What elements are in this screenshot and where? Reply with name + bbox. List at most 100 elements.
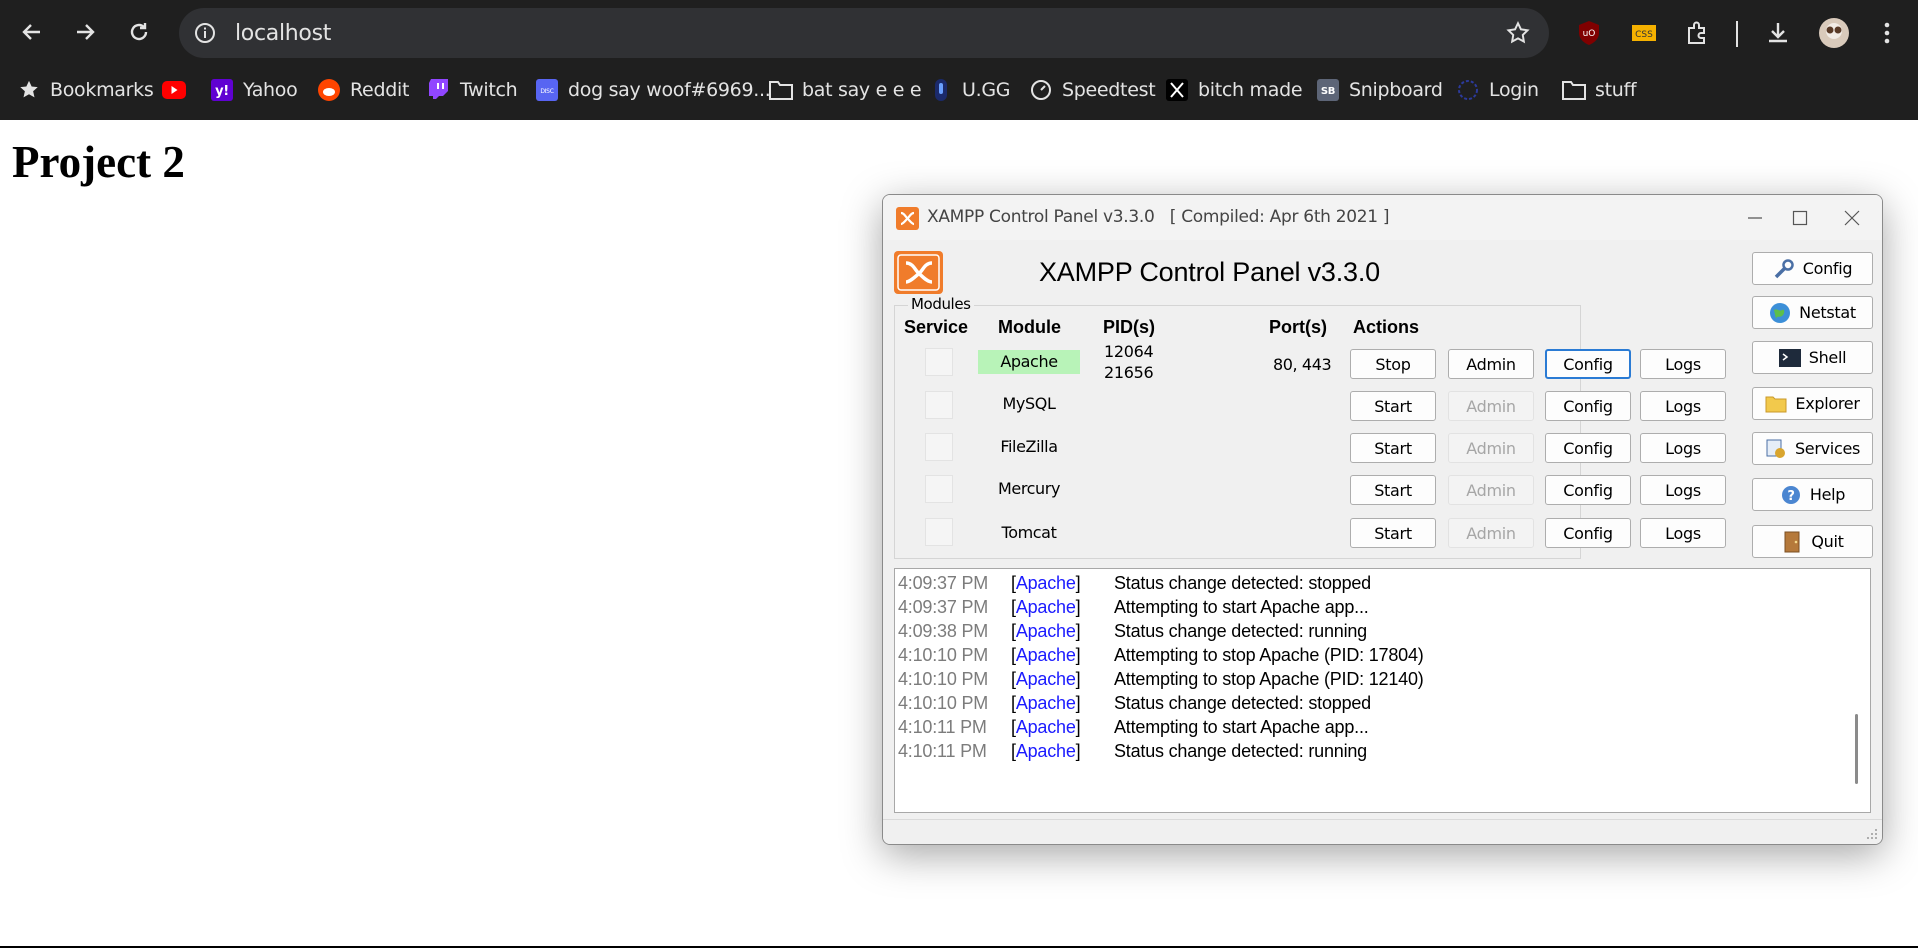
reload-icon <box>130 23 148 41</box>
module-name-filezilla: FileZilla <box>1000 437 1058 456</box>
snipboard-icon: SB <box>1316 78 1340 102</box>
bookmark-twitch[interactable]: Twitch <box>427 76 518 104</box>
ugg-icon <box>929 78 953 102</box>
svg-text:CSS: CSS <box>1635 30 1653 40</box>
service-checkbox-mercury[interactable] <box>925 475 953 503</box>
column-service: Service <box>904 317 969 337</box>
config-button-filezilla[interactable]: Config <box>1545 433 1631 463</box>
youtube-icon <box>162 78 186 102</box>
pid-apache-1: 12064 <box>1104 342 1154 361</box>
services-icon <box>1765 438 1787 460</box>
discord-icon: DISC <box>535 78 559 102</box>
column-pids: PID(s) <box>1103 317 1156 337</box>
shell-button[interactable]: Shell <box>1752 341 1873 374</box>
close-icon <box>1844 210 1860 226</box>
back-button[interactable] <box>14 14 50 50</box>
start-button-filezilla[interactable]: Start <box>1350 433 1436 463</box>
config-button-mysql[interactable]: Config <box>1545 391 1631 421</box>
logs-button-mysql[interactable]: Logs <box>1640 391 1726 421</box>
bookmark-star-icon[interactable] <box>1505 20 1531 46</box>
netstat-button[interactable]: Netstat <box>1752 296 1873 329</box>
window-title: XAMPP Control Panel v3.3.0 [ Compiled: A… <box>927 207 1390 227</box>
twitch-icon <box>427 78 451 102</box>
logs-button-filezilla[interactable]: Logs <box>1640 433 1726 463</box>
explorer-button[interactable]: Explorer <box>1752 387 1873 420</box>
logs-button-apache[interactable]: Logs <box>1640 349 1726 379</box>
config-button-mercury[interactable]: Config <box>1545 475 1631 505</box>
menu-kebab-icon[interactable] <box>1872 18 1902 48</box>
admin-button-mercury: Admin <box>1448 475 1534 505</box>
status-bar <box>883 819 1882 844</box>
ublock-extension-icon[interactable]: uO <box>1574 18 1604 48</box>
url-text[interactable]: localhost <box>235 21 331 46</box>
start-button-mercury[interactable]: Start <box>1350 475 1436 505</box>
service-checkbox-mysql[interactable] <box>925 391 953 419</box>
service-checkbox-apache[interactable] <box>925 348 953 376</box>
svg-text:uO: uO <box>1583 29 1596 39</box>
column-actions: Actions <box>1353 317 1420 337</box>
admin-button-filezilla: Admin <box>1448 433 1534 463</box>
log-scrollbar[interactable] <box>1855 714 1858 784</box>
log-panel[interactable]: 4:09:37 PM [Apache] Status change detect… <box>894 568 1871 813</box>
door-icon <box>1781 531 1803 553</box>
bookmark-speedtest[interactable]: Speedtest <box>1029 76 1156 104</box>
bookmark-youtube[interactable] <box>162 76 186 104</box>
service-checkbox-tomcat[interactable] <box>925 518 953 546</box>
site-info-icon[interactable] <box>193 21 217 45</box>
bookmarks-bar: Bookmarks y! Yahoo Reddit Twitch DISC do… <box>0 70 1918 108</box>
services-button[interactable]: Services <box>1752 432 1873 465</box>
service-checkbox-filezilla[interactable] <box>925 433 953 461</box>
bookmark-discord[interactable]: DISC dog say woof#6969... <box>535 76 771 104</box>
close-button[interactable] <box>1829 201 1875 235</box>
config-button-apache[interactable]: Config <box>1545 349 1631 379</box>
pid-apache-2: 21656 <box>1104 363 1154 382</box>
maximize-button[interactable] <box>1777 201 1823 235</box>
arrow-right-icon <box>77 24 95 40</box>
config-button[interactable]: Config <box>1752 252 1873 285</box>
svg-text:y!: y! <box>215 84 229 99</box>
bookmark-snipboard[interactable]: SB Snipboard <box>1316 76 1443 104</box>
bookmark-x[interactable]: bitch made <box>1165 76 1303 104</box>
help-button[interactable]: ? Help <box>1752 478 1873 511</box>
wrench-icon <box>1773 258 1795 280</box>
module-name-mysql: MySQL <box>1002 394 1056 413</box>
reload-button[interactable] <box>121 14 157 50</box>
resize-grip-icon[interactable] <box>1866 828 1878 840</box>
bookmark-folder-bat[interactable]: bat say e e e <box>769 76 922 104</box>
logs-button-tomcat[interactable]: Logs <box>1640 518 1726 548</box>
x-icon <box>1165 78 1189 102</box>
quit-button[interactable]: Quit <box>1752 525 1873 558</box>
maximize-icon <box>1792 210 1808 226</box>
start-button-tomcat[interactable]: Start <box>1350 518 1436 548</box>
xampp-window: XAMPP Control Panel v3.3.0 [ Compiled: A… <box>882 194 1883 845</box>
bookmark-yahoo[interactable]: y! Yahoo <box>210 76 298 104</box>
minimize-button[interactable] <box>1732 201 1778 235</box>
logs-button-mercury[interactable]: Logs <box>1640 475 1726 505</box>
folder-icon <box>1562 78 1586 102</box>
bookmark-login[interactable]: Login <box>1456 76 1539 104</box>
bookmark-bookmarks[interactable]: Bookmarks <box>17 76 154 104</box>
bookmark-reddit[interactable]: Reddit <box>317 76 409 104</box>
arrow-left-icon <box>22 24 40 40</box>
admin-button-tomcat: Admin <box>1448 518 1534 548</box>
page-title: Project 2 <box>12 137 185 187</box>
window-titlebar[interactable]: XAMPP Control Panel v3.3.0 [ Compiled: A… <box>883 195 1882 240</box>
bookmark-folder-stuff[interactable]: stuff <box>1562 76 1637 104</box>
download-icon[interactable] <box>1763 18 1793 48</box>
admin-button-apache[interactable]: Admin <box>1448 349 1534 379</box>
stop-button-apache[interactable]: Stop <box>1350 349 1436 379</box>
svg-text:?: ? <box>1787 489 1794 504</box>
start-button-mysql[interactable]: Start <box>1350 391 1436 421</box>
address-bar[interactable]: localhost <box>179 8 1549 58</box>
profile-avatar[interactable] <box>1817 16 1851 50</box>
forward-button[interactable] <box>67 14 103 50</box>
folder-icon <box>769 78 793 102</box>
module-name-mercury: Mercury <box>997 479 1061 498</box>
css-extension-icon[interactable]: CSS <box>1629 18 1659 48</box>
column-ports: Port(s) <box>1269 317 1327 337</box>
panel-heading: XAMPP Control Panel v3.3.0 <box>1039 257 1380 287</box>
extensions-icon[interactable] <box>1683 18 1713 48</box>
port-apache: 80, 443 <box>1273 355 1332 374</box>
bookmark-ugg[interactable]: U.GG <box>929 76 1011 104</box>
config-button-tomcat[interactable]: Config <box>1545 518 1631 548</box>
